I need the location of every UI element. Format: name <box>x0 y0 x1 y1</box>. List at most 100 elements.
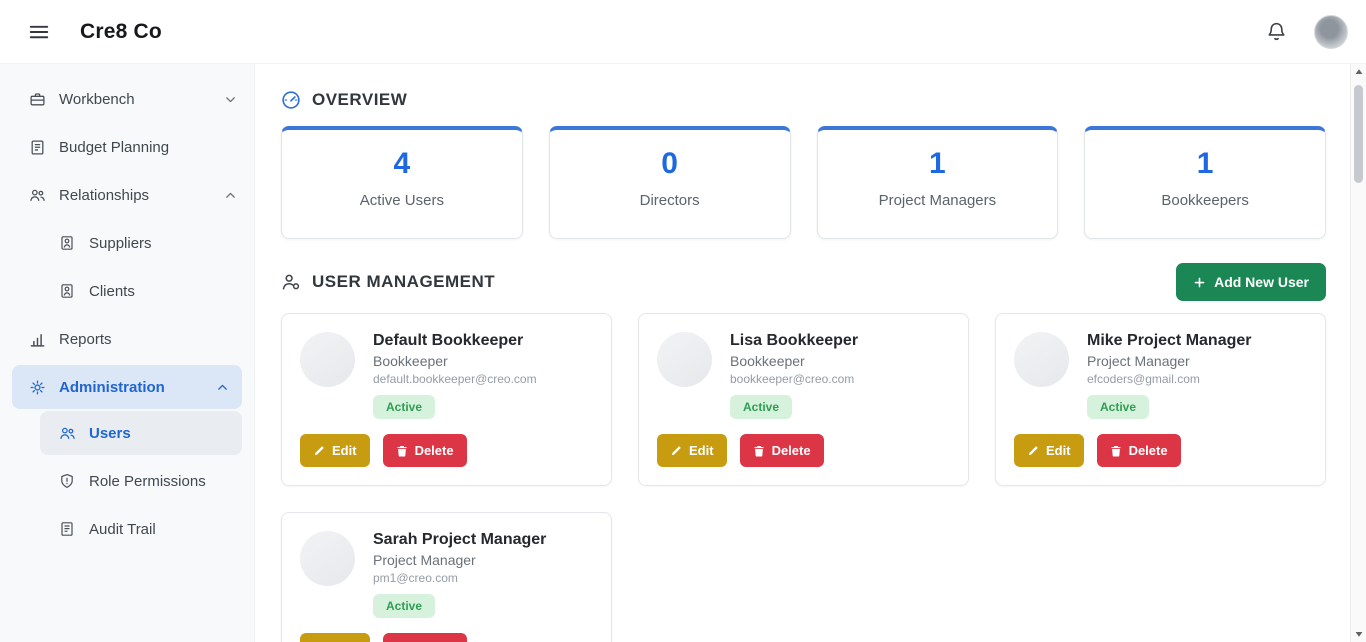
sidebar-item-label: Workbench <box>59 91 209 108</box>
status-badge: Active <box>373 594 435 618</box>
edit-button-label: Edit <box>689 443 714 458</box>
edit-user-button[interactable]: Edit <box>1014 434 1084 467</box>
user-name: Sarah Project Manager <box>373 531 546 549</box>
sidebar-item-administration[interactable]: Administration <box>12 365 242 409</box>
user-role: Bookkeeper <box>730 353 858 369</box>
delete-user-button[interactable]: Delete <box>383 633 467 642</box>
scroll-down-arrow-icon[interactable] <box>1351 626 1366 642</box>
ledger-icon <box>28 138 46 156</box>
bar-chart-icon <box>28 330 46 348</box>
chevron-up-icon <box>222 187 238 203</box>
pencil-icon <box>670 445 682 457</box>
user-name: Lisa Bookkeeper <box>730 332 858 350</box>
delete-user-button[interactable]: Delete <box>1097 434 1181 467</box>
user-card-avatar <box>300 332 355 387</box>
main-content: OVERVIEW 4 Active Users 0 Directors 1 Pr… <box>255 64 1366 642</box>
sidebar-item-label: Role Permissions <box>89 473 238 490</box>
user-email: pm1@creo.com <box>373 571 546 585</box>
delete-button-label: Delete <box>772 443 811 458</box>
edit-user-button[interactable]: Edit <box>300 434 370 467</box>
status-badge: Active <box>373 395 435 419</box>
scrollbar-thumb[interactable] <box>1354 85 1363 183</box>
sidebar-item-budget-planning[interactable]: Budget Planning <box>0 123 254 171</box>
sidebar-item-label: Relationships <box>59 187 209 204</box>
add-new-user-button[interactable]: Add New User <box>1176 263 1326 301</box>
stat-card-active-users: 4 Active Users <box>281 126 523 239</box>
user-role: Bookkeeper <box>373 353 537 369</box>
notifications-bell-icon[interactable] <box>1262 18 1290 46</box>
sidebar-item-audit-trail[interactable]: Audit Trail <box>0 505 254 553</box>
stat-card-bookkeepers: 1 Bookkeepers <box>1084 126 1326 239</box>
stat-label: Bookkeepers <box>1085 192 1325 209</box>
shield-icon <box>58 472 76 490</box>
edit-button-label: Edit <box>1046 443 1071 458</box>
scroll-up-arrow-icon[interactable] <box>1351 64 1366 80</box>
user-card-avatar <box>1014 332 1069 387</box>
briefcase-icon <box>28 90 46 108</box>
edit-button-label: Edit <box>332 443 357 458</box>
sidebar-item-label: Users <box>89 425 226 442</box>
trash-icon <box>396 445 408 457</box>
sidebar-item-label: Budget Planning <box>59 139 238 156</box>
person-badge-icon <box>58 282 76 300</box>
speedometer-icon <box>281 90 301 110</box>
user-management-title: USER MANAGEMENT <box>312 272 495 292</box>
delete-user-button[interactable]: Delete <box>383 434 467 467</box>
sidebar-item-label: Reports <box>59 331 238 348</box>
user-role: Project Manager <box>1087 353 1252 369</box>
user-card: Sarah Project Manager Project Manager pm… <box>281 512 612 642</box>
delete-user-button[interactable]: Delete <box>740 434 824 467</box>
sidebar-item-label: Administration <box>59 379 201 396</box>
brand-logo: Cre8 Co <box>80 20 162 44</box>
sidebar-item-clients[interactable]: Clients <box>0 267 254 315</box>
sidebar-item-users[interactable]: Users <box>40 411 242 455</box>
stat-value: 4 <box>282 147 522 181</box>
document-list-icon <box>58 520 76 538</box>
user-card: Default Bookkeeper Bookkeeper default.bo… <box>281 313 612 486</box>
sidebar-item-label: Clients <box>89 283 238 300</box>
chevron-up-icon <box>214 379 230 395</box>
user-email: bookkeeper@creo.com <box>730 372 858 386</box>
user-card-avatar <box>657 332 712 387</box>
trash-icon <box>753 445 765 457</box>
stat-value: 1 <box>1085 147 1325 181</box>
user-card: Mike Project Manager Project Manager efc… <box>995 313 1326 486</box>
stat-label: Project Managers <box>818 192 1058 209</box>
people-icon <box>28 186 46 204</box>
sidebar-item-relationships[interactable]: Relationships <box>0 171 254 219</box>
user-email: default.bookkeeper@creo.com <box>373 372 537 386</box>
users-icon <box>58 424 76 442</box>
pencil-icon <box>1027 445 1039 457</box>
person-badge-icon <box>58 234 76 252</box>
stat-card-project-managers: 1 Project Managers <box>817 126 1059 239</box>
chevron-down-icon <box>222 91 238 107</box>
stat-card-directors: 0 Directors <box>549 126 791 239</box>
user-name: Default Bookkeeper <box>373 332 537 350</box>
top-bar: Cre8 Co <box>0 0 1366 64</box>
scrollbar[interactable] <box>1350 64 1366 642</box>
sidebar-item-role-permissions[interactable]: Role Permissions <box>0 457 254 505</box>
sidebar-item-workbench[interactable]: Workbench <box>0 75 254 123</box>
sidebar-item-suppliers[interactable]: Suppliers <box>0 219 254 267</box>
user-avatar[interactable] <box>1314 15 1348 49</box>
hamburger-menu-icon[interactable] <box>24 17 54 47</box>
delete-button-label: Delete <box>1129 443 1168 458</box>
gear-icon <box>28 378 46 396</box>
overview-header: OVERVIEW <box>281 90 1326 110</box>
sidebar: Workbench Budget Planning Relationships <box>0 64 255 642</box>
pencil-icon <box>313 445 325 457</box>
trash-icon <box>1110 445 1122 457</box>
edit-user-button[interactable]: Edit <box>300 633 370 642</box>
user-name: Mike Project Manager <box>1087 332 1252 350</box>
stat-label: Active Users <box>282 192 522 209</box>
sidebar-item-reports[interactable]: Reports <box>0 315 254 363</box>
edit-user-button[interactable]: Edit <box>657 434 727 467</box>
user-management-header: USER MANAGEMENT Add New User <box>281 263 1326 301</box>
user-card: Lisa Bookkeeper Bookkeeper bookkeeper@cr… <box>638 313 969 486</box>
stat-value: 0 <box>550 147 790 181</box>
delete-button-label: Delete <box>415 443 454 458</box>
sidebar-item-label: Audit Trail <box>89 521 238 538</box>
user-email: efcoders@gmail.com <box>1087 372 1252 386</box>
person-gear-icon <box>281 272 301 292</box>
status-badge: Active <box>1087 395 1149 419</box>
